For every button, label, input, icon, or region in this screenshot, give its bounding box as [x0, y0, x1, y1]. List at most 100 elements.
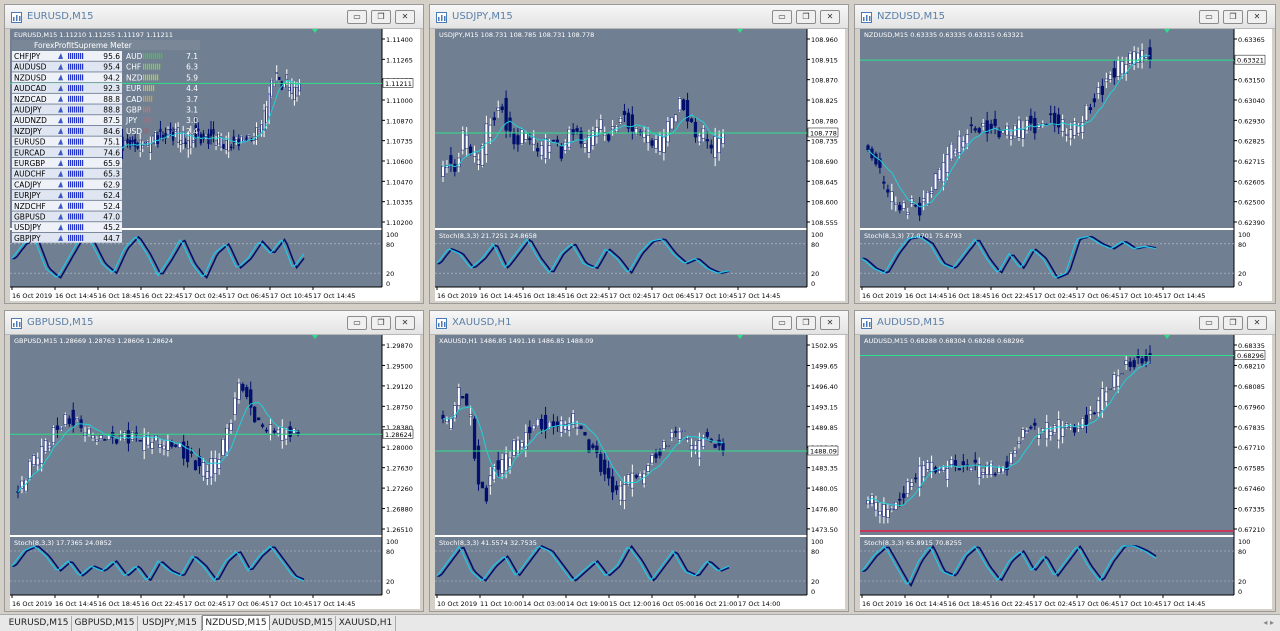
close-button[interactable]: ✕	[1247, 316, 1267, 330]
candle	[1001, 130, 1005, 134]
meter-pair-row: EURGBP 65.9	[12, 158, 122, 168]
x-axis-tick-label: 16 Oct 18:45	[98, 292, 140, 300]
candle	[551, 139, 556, 142]
x-axis-tick-label: 17 Oct 06:45	[1077, 600, 1119, 608]
minimize-button[interactable]: ▭	[772, 10, 792, 24]
meter-pair-value: 94.2	[103, 73, 120, 82]
y-axis-tick-label: 1.27630	[386, 465, 413, 473]
close-button[interactable]: ✕	[395, 10, 415, 24]
candle	[1053, 424, 1057, 435]
meter-pair-row: EURCAD 74.6	[12, 147, 122, 157]
chart-window-0[interactable]: EURUSD,M15▭❐✕1.114001.112651.111351.1100…	[4, 4, 424, 304]
candle	[536, 418, 540, 427]
window-titlebar[interactable]: GBPUSD,M15 ▭ ❐ ✕	[5, 311, 423, 335]
candle	[670, 117, 674, 130]
restore-button[interactable]: ❐	[1223, 316, 1243, 330]
tab-eurusd-m15[interactable]: EURUSD,M15	[6, 616, 72, 631]
chart-tabs-bar: ◂ ▸ EURUSD,M15 GBPUSD,M15 USDJPY,M15 NZDUSD…	[0, 614, 1280, 631]
stochastic-tick-label: 20	[386, 578, 394, 586]
main-plot-area[interactable]	[860, 29, 1234, 228]
chart-canvas[interactable]: 1502.951499.651496.401493.151489.851486.…	[435, 335, 845, 611]
x-axis-tick-label: 16 Oct 18:45	[98, 600, 140, 608]
tab-usdjpy-m15[interactable]: USDJPY,M15	[138, 616, 202, 631]
restore-button[interactable]: ❐	[1223, 10, 1243, 24]
y-axis-tick-label: 1493.15	[811, 403, 838, 411]
meter-pair-name: AUDUSD	[14, 63, 47, 72]
restore-button[interactable]: ❐	[371, 316, 391, 330]
y-axis-tick-label: 1483.35	[811, 465, 838, 473]
window-titlebar[interactable]: USDJPY,M15 ▭ ❐ ✕	[430, 5, 848, 29]
y-axis-tick-label: 1.10335	[386, 199, 413, 207]
restore-button[interactable]: ❐	[796, 316, 816, 330]
x-axis-tick-label: 17 Oct 14:45	[1163, 292, 1205, 300]
tab-audusd-m15[interactable]: AUDUSD,M15	[270, 616, 336, 631]
candle	[1120, 373, 1124, 375]
meter-pair-value: 74.6	[103, 148, 120, 157]
y-axis-tick-label: 1502.95	[811, 342, 838, 350]
candle	[253, 405, 257, 424]
chart-window-2[interactable]: NZDUSD,M15▭❐✕0.633650.632550.631500.6304…	[854, 4, 1276, 304]
meter-pair-name: AUDCAD	[14, 84, 47, 93]
tab-xauusd-h1[interactable]: XAUUSD,H1	[336, 616, 396, 631]
y-axis-tick-label: 1.11000	[386, 97, 413, 105]
restore-button[interactable]: ❐	[796, 10, 816, 24]
candle	[217, 132, 220, 147]
chart-window-1[interactable]: USDJPY,M15 ▭ ❐ ✕ 108.960 108.915 108.870 108.82…	[429, 4, 849, 304]
y-axis-tick-label: 0.67710	[1238, 444, 1265, 452]
symbol-ohlc-info: GBPUSD,M15 1.28669 1.28763 1.28606 1.286…	[14, 337, 173, 345]
x-axis-tick-label: 16 Oct 14:45	[480, 292, 522, 300]
tab-scroll-arrows[interactable]: ◂ ▸	[1263, 618, 1274, 627]
current-price-label: 108.778	[810, 129, 837, 137]
y-axis-tick-label: 0.62825	[1238, 138, 1265, 146]
chart-window-5[interactable]: AUDUSD,M15 ▭ ❐ ✕ 0.68335 0.68210 0.68085 0.6796…	[854, 310, 1276, 612]
chart-window-4[interactable]: XAUUSD,H1 ▭ ❐ ✕ 1502.95 1499.65 1496.40 1493.15…	[429, 310, 849, 612]
candle	[583, 431, 587, 436]
stochastic-tick-label: 0	[386, 280, 390, 288]
stochastic-tick-label: 100	[386, 231, 398, 239]
x-axis-tick-label: 14 Oct 03:00	[523, 600, 565, 608]
chart-canvas[interactable]: 1.114001.112651.111351.110001.108701.107…	[10, 29, 420, 303]
meter-pair-value: 44.7	[103, 234, 120, 243]
close-button[interactable]: ✕	[395, 316, 415, 330]
meter-pair-value: 62.9	[103, 180, 120, 189]
candle	[567, 126, 571, 150]
minimize-button[interactable]: ▭	[347, 316, 367, 330]
restore-button[interactable]: ❐	[371, 10, 391, 24]
close-button[interactable]: ✕	[820, 10, 840, 24]
minimize-button[interactable]: ▭	[1199, 10, 1219, 24]
window-titlebar[interactable]: AUDUSD,M15 ▭ ❐ ✕	[855, 311, 1275, 335]
x-axis-tick-label: 17 Oct 14:00	[738, 600, 780, 608]
x-axis-tick-label: 16 Oct 22:45	[991, 600, 1033, 608]
x-axis-tick-label: 16 Oct 14:45	[55, 292, 97, 300]
chart-canvas[interactable]: 0.68335 0.68210 0.68085 0.67960 0.67835 0.677…	[860, 335, 1272, 611]
candle	[662, 439, 666, 451]
close-button[interactable]: ✕	[1247, 10, 1267, 24]
window-title: GBPUSD,M15	[27, 317, 94, 328]
tab-gbpusd-m15[interactable]: GBPUSD,M15	[72, 616, 138, 631]
x-axis-tick-label: 17 Oct 10:45	[1120, 292, 1162, 300]
y-axis-tick-label: 1476.80	[811, 506, 838, 514]
main-plot-area[interactable]	[10, 335, 382, 535]
candle	[273, 81, 276, 88]
chart-window-3[interactable]: GBPUSD,M15 ▭ ❐ ✕ 1.29870 1.29500 1.29120 1.2875…	[4, 310, 424, 612]
stochastic-tick-label: 0	[1238, 588, 1242, 596]
minimize-button[interactable]: ▭	[772, 316, 792, 330]
x-axis-tick-label: 11 Oct 10:00	[480, 600, 522, 608]
chart-canvas[interactable]: 108.960 108.915 108.870 108.825 108.780 108.7…	[435, 29, 845, 303]
chart-window-icon	[861, 318, 872, 329]
window-titlebar[interactable]: XAUUSD,H1 ▭ ❐ ✕	[430, 311, 848, 335]
meter-pair-row: GBPJPY 44.7	[12, 232, 122, 243]
chart-canvas[interactable]: 1.29870 1.29500 1.29120 1.28750 1.28380 1.280…	[10, 335, 420, 611]
minimize-button[interactable]: ▭	[1199, 316, 1219, 330]
x-axis-tick-label: 17 Oct 02:45	[1034, 292, 1076, 300]
minimize-button[interactable]: ▭	[347, 10, 367, 24]
candle	[579, 425, 583, 430]
window-titlebar[interactable]: EURUSD,M15 ▭ ❐ ✕	[5, 5, 423, 29]
tab-nzdusd-m15[interactable]: NZDUSD,M15	[202, 615, 270, 630]
stochastic-tick-label: 80	[386, 548, 394, 556]
window-titlebar[interactable]: NZDUSD,M15 ▭ ❐ ✕	[855, 5, 1275, 29]
chart-canvas[interactable]: 0.633650.632550.631500.630400.629300.628…	[860, 29, 1272, 303]
meter-pair-value: 62.4	[103, 191, 120, 200]
close-button[interactable]: ✕	[820, 316, 840, 330]
current-price-label: 1488.09	[810, 448, 837, 456]
